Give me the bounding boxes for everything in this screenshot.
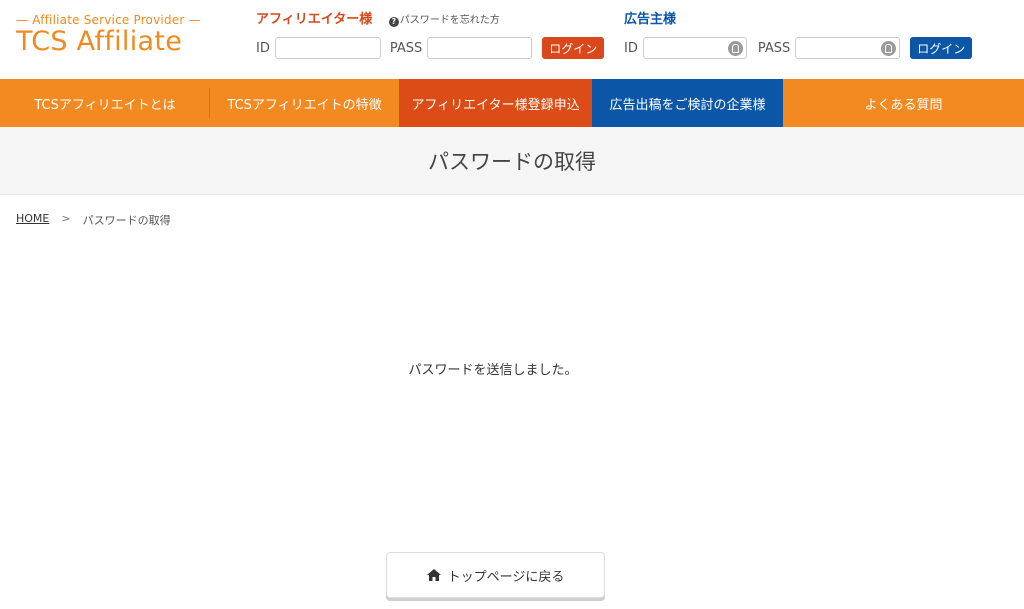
nav-item-advertisers[interactable]: 広告出稿をご検討の企業様 xyxy=(592,79,783,127)
advertiser-login-button[interactable]: ログイン xyxy=(910,37,973,59)
breadcrumb-current: パスワードの取得 xyxy=(82,214,171,227)
logo-tagline: — Affiliate Service Provider — xyxy=(16,13,201,27)
advertiser-login-title: 広告主様 xyxy=(624,12,677,27)
forgot-password-link[interactable]: ? パスワードを忘れた方 xyxy=(388,15,500,27)
forgot-password-label: パスワードを忘れた方 xyxy=(399,15,500,26)
affiliate-id-input[interactable] xyxy=(275,39,380,59)
logo[interactable]: — Affiliate Service Provider — TCS Affil… xyxy=(16,13,206,57)
back-to-top-label: トップページに戻る xyxy=(447,569,565,585)
advertiser-pass-field[interactable] xyxy=(795,37,901,59)
advertiser-login: 広告主様 ID PASS ログイン xyxy=(624,11,973,60)
advertiser-id-field[interactable] xyxy=(642,37,747,59)
affiliate-login: アフィリエイター様 ? パスワードを忘れた方 ID PASS ログイン xyxy=(256,11,605,60)
home-icon xyxy=(426,569,441,581)
nav-item-about[interactable]: TCSアフィリエイトとは xyxy=(0,79,210,127)
nav-item-faq[interactable]: よくある質問 xyxy=(783,79,1024,127)
affiliate-pass-field[interactable] xyxy=(427,37,533,59)
advertiser-id-label: ID xyxy=(624,40,638,56)
affiliate-id-label: ID xyxy=(256,40,270,56)
back-to-top-page-button[interactable]: トップページに戻る xyxy=(386,552,605,598)
password-manager-icon[interactable] xyxy=(727,41,743,56)
logo-text: TCS Affiliate xyxy=(16,26,183,57)
affiliate-login-button[interactable]: ログイン xyxy=(542,37,605,59)
breadcrumb: HOME > パスワードの取得 xyxy=(16,212,171,228)
nav-item-features[interactable]: TCSアフィリエイトの特徴 xyxy=(210,79,399,127)
header: — Affiliate Service Provider — TCS Affil… xyxy=(0,0,1024,79)
affiliate-login-title: アフィリエイター様 xyxy=(256,12,373,27)
main-nav: TCSアフィリエイトとは TCSアフィリエイトの特徴 アフィリエイター様登録申込… xyxy=(0,79,1024,127)
affiliate-id-field[interactable] xyxy=(274,37,381,59)
affiliate-pass-input[interactable] xyxy=(428,39,532,59)
status-message: パスワードを送信しました。 xyxy=(408,363,578,378)
page-title-band: パスワードの取得 xyxy=(0,127,1024,195)
question-icon: ? xyxy=(388,17,399,27)
page-title: パスワードの取得 xyxy=(428,149,596,174)
breadcrumb-home-link[interactable]: HOME xyxy=(16,212,49,228)
nav-item-affiliate-signup[interactable]: アフィリエイター様登録申込 xyxy=(399,79,592,127)
advertiser-pass-label: PASS xyxy=(757,40,791,56)
breadcrumb-separator: > xyxy=(61,212,71,225)
affiliate-pass-label: PASS xyxy=(389,40,423,56)
